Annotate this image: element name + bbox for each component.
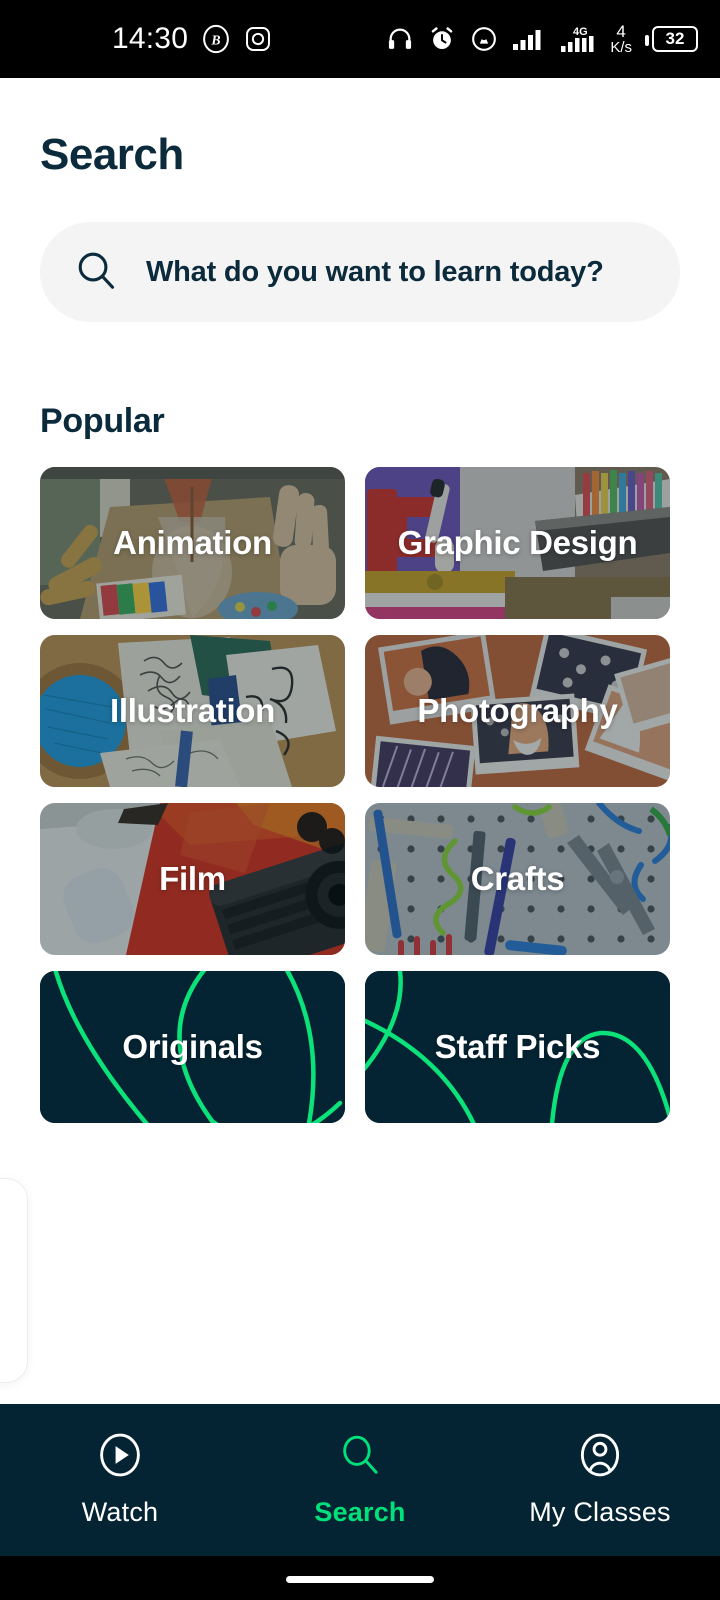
search-icon — [337, 1432, 383, 1483]
category-card-film[interactable]: Film — [40, 803, 345, 955]
category-label: Staff Picks — [434, 1028, 601, 1066]
category-card-illustration[interactable]: Illustration — [40, 635, 345, 787]
bitcoin-circle-icon: B — [201, 24, 231, 54]
headphones-icon — [386, 25, 414, 53]
page-content: Search Popular — [0, 78, 720, 1600]
category-card-originals[interactable]: Originals — [40, 971, 345, 1123]
page-title: Search — [40, 130, 184, 179]
network-speed-indicator: 4 K/s — [610, 23, 632, 55]
battery-level-text: 32 — [665, 29, 685, 48]
alarm-clock-icon — [428, 25, 456, 53]
section-title-popular: Popular — [40, 402, 165, 440]
category-card-photography[interactable]: Photography — [365, 635, 670, 787]
system-gesture-bar — [0, 1556, 720, 1600]
category-card-graphic-design[interactable]: Graphic Design — [365, 467, 670, 619]
search-bar[interactable] — [40, 222, 680, 322]
category-card-staff-picks[interactable]: Staff Picks — [365, 971, 670, 1123]
category-label: Illustration — [109, 692, 276, 730]
svg-text:B: B — [210, 33, 220, 48]
category-label: Film — [159, 860, 226, 898]
nav-label-search: Search — [314, 1497, 406, 1527]
nav-item-watch[interactable]: Watch — [0, 1432, 240, 1528]
status-bar-left: 14:30 B — [112, 24, 272, 54]
category-label: Animation — [113, 524, 272, 562]
signal-bars-icon — [512, 25, 546, 53]
play-circle-icon — [97, 1432, 143, 1483]
nav-label-watch: Watch — [81, 1497, 159, 1527]
network-speed-unit: K/s — [610, 39, 632, 56]
category-card-crafts[interactable]: Crafts — [365, 803, 670, 955]
offscreen-card-edge — [0, 1178, 28, 1383]
nav-item-my-classes[interactable]: My Classes — [480, 1432, 720, 1528]
instagram-icon — [244, 25, 272, 53]
nav-label-my-classes: My Classes — [529, 1497, 671, 1527]
user-circle-icon — [577, 1432, 623, 1483]
svg-text:4G: 4G — [573, 26, 588, 38]
category-card-animation[interactable]: Animation — [40, 467, 345, 619]
status-bar-right: 4G 4 K/s 32 — [386, 23, 698, 55]
network-speed-value: 4 — [616, 22, 626, 41]
category-label: Graphic Design — [397, 524, 638, 562]
hotspot-icon — [470, 25, 498, 53]
bottom-navigation: Watch Search My Classes — [0, 1404, 720, 1556]
popular-categories-grid: Animation Graphic Design Illustration Ph… — [0, 441, 720, 1123]
search-input[interactable] — [146, 255, 646, 289]
status-bar-clock: 14:30 — [112, 22, 189, 55]
4g-signal-icon: 4G — [560, 24, 598, 54]
category-label: Originals — [122, 1028, 263, 1066]
category-label: Crafts — [470, 860, 565, 898]
gesture-pill[interactable] — [286, 1576, 434, 1583]
status-bar: 14:30 B 4G 4 K/s 32 — [0, 0, 720, 78]
battery-indicator: 32 — [645, 26, 698, 52]
search-icon — [74, 248, 118, 297]
app-screen: 14:30 B 4G 4 K/s 32 Search What do you w… — [0, 0, 720, 1600]
category-label: Photography — [417, 692, 618, 730]
nav-item-search[interactable]: Search — [240, 1432, 480, 1528]
